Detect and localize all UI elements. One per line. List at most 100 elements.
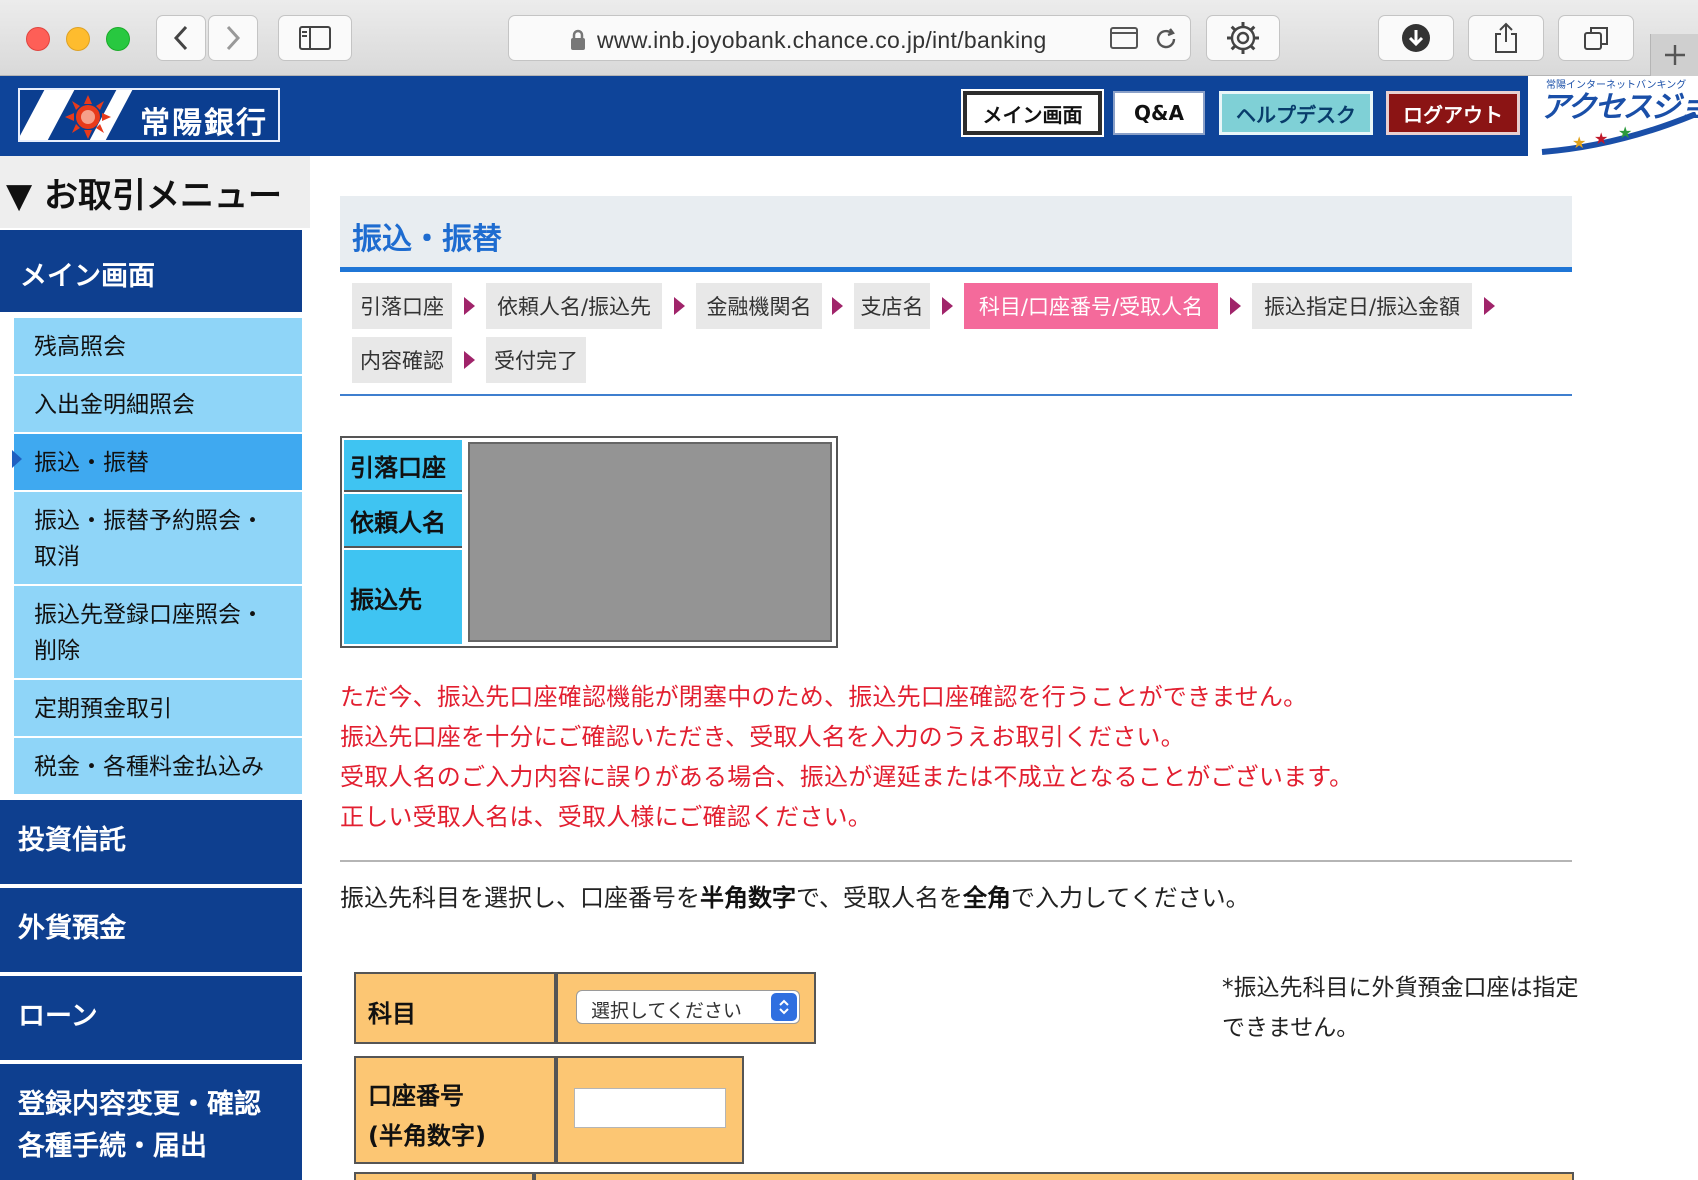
step-arrow-icon (464, 297, 475, 315)
step-arrow-icon (832, 297, 843, 315)
step-complete: 受付完了 (486, 337, 586, 383)
subject-label-cell: 科目 (354, 972, 556, 1044)
foreign-deposit-note: *振込先科目に外貨預金口座は指定できません。 (1222, 975, 1579, 1041)
sidebar-item-label: 振込・振替予約照会・取消 (34, 508, 264, 570)
payee-header: 振込先 (344, 550, 462, 644)
chevron-right-icon (226, 25, 241, 51)
sidebar-item-time-deposit[interactable]: 定期預金取引 (14, 680, 302, 738)
sidebar-section-registration[interactable]: 登録内容変更・確認 各種手続・届出 (0, 1060, 302, 1180)
sidebar-item-transfer-reservation[interactable]: 振込・振替予約照会・取消 (14, 492, 302, 586)
close-window-button[interactable] (26, 27, 50, 51)
account-number-value-cell (556, 1056, 744, 1164)
transfer-info-table: 引落口座 依頼人名 振込先 (340, 436, 838, 648)
stars-swoosh-icon: ★ ★ ★ (1541, 112, 1698, 155)
sidebar-item-label: 入出金明細照会 (34, 392, 195, 418)
sidebar-item-label: 定期預金取引 (34, 696, 172, 722)
step-date-amount: 振込指定日/振込金額 (1252, 283, 1472, 329)
divider (340, 860, 1572, 862)
bank-logo[interactable]: 常陽銀行 (18, 88, 280, 142)
withdrawal-account-header: 引落口座 (344, 440, 462, 492)
back-button[interactable] (156, 15, 206, 61)
warning-line-3: 受取人名のご入力内容に誤りがある場合、振込が遅延または不成立となることがございま… (340, 763, 1354, 791)
page-title-bar: 振込・振替 (340, 196, 1572, 272)
sidebar-icon (299, 26, 331, 50)
step-arrow-icon (674, 297, 685, 315)
step-requester-payee: 依頼人名/振込先 (486, 283, 662, 329)
next-row-value-cell (534, 1172, 1574, 1180)
url-text: www.inb.joyobank.chance.co.jp/int/bankin… (597, 27, 1047, 53)
minimize-window-button[interactable] (66, 27, 90, 51)
sidebar-section-loan[interactable]: ローン (0, 972, 302, 1060)
sidebar-item-tax-payment[interactable]: 税金・各種料金払込み (14, 738, 302, 796)
select-chevron-icon (771, 993, 797, 1021)
sidebar-item-label: 残高照会 (34, 334, 126, 360)
sidebar-section-investment-trust[interactable]: 投資信託 (0, 796, 302, 884)
main-screen-button[interactable]: メイン画面 (963, 91, 1102, 135)
sidebar-main-screen[interactable]: メイン画面 (0, 230, 302, 312)
step-account-recipient-current: 科目/口座番号/受取人名 (964, 283, 1218, 329)
sidebar-item-statement[interactable]: 入出金明細照会 (14, 376, 302, 434)
tabs-icon (1584, 27, 1608, 50)
account-number-input[interactable] (574, 1088, 726, 1128)
downloads-button[interactable] (1378, 15, 1454, 61)
step-arrow-icon (464, 351, 475, 369)
chevron-left-icon (173, 25, 188, 51)
sidebar-section-label: 投資信託 (18, 825, 126, 856)
redacted-values (468, 442, 832, 642)
new-tab-button[interactable] (1650, 34, 1698, 76)
step-branch-name: 支店名 (854, 283, 930, 329)
account-number-label: 口座番号 (368, 1082, 464, 1110)
svg-text:★: ★ (1572, 133, 1586, 152)
subject-select-text: 選択してください (591, 1000, 742, 1022)
share-button[interactable] (1468, 15, 1544, 61)
next-row-label-cell (354, 1172, 534, 1180)
reader-view-icon[interactable] (1109, 26, 1139, 52)
bank-header: 常陽銀行 メイン画面 Q&A ヘルプデスク ログアウト (0, 76, 1698, 156)
forward-button[interactable] (208, 15, 258, 61)
sidebar-toggle-button[interactable] (278, 15, 352, 61)
share-icon (1495, 22, 1517, 53)
sidebar-section-label: ローン (18, 1001, 98, 1032)
sidebar-section-label: 外貨預金 (18, 913, 126, 944)
logout-button[interactable]: ログアウト (1386, 91, 1520, 135)
help-desk-button[interactable]: ヘルプデスク (1219, 91, 1373, 135)
warning-line-2: 振込先口座を十分にご確認いただき、受取人名を入力のうえお取引ください。 (340, 723, 1185, 751)
requester-name-header: 依頼人名 (344, 494, 462, 548)
sidebar-item-label: 税金・各種料金払込み (34, 754, 264, 780)
sidebar-item-registered-accounts[interactable]: 振込先登録口座照会・削除 (14, 586, 302, 680)
access-joy-logo: 常陽インターネットバンキング アクセスジョイ ★ ★ ★ (1528, 76, 1698, 156)
settings-button[interactable] (1206, 15, 1280, 61)
reload-icon[interactable] (1153, 26, 1179, 52)
subject-label: 科目 (368, 1000, 416, 1028)
step-arrow-icon (1230, 297, 1241, 315)
warning-line-4: 正しい受取人名は、受取人様にご確認ください。 (340, 803, 872, 831)
svg-text:★: ★ (1594, 129, 1608, 148)
address-bar[interactable]: www.inb.joyobank.chance.co.jp/int/bankin… (508, 15, 1191, 61)
browser-toolbar: www.inb.joyobank.chance.co.jp/int/bankin… (0, 0, 1698, 76)
sidebar-item-transfer[interactable]: 振込・振替 (12, 434, 302, 492)
step-confirm: 内容確認 (352, 337, 452, 383)
sidebar-section-label: 登録内容変更・確認 各種手続・届出 (18, 1089, 261, 1162)
account-number-sublabel: (半角数字) (368, 1122, 486, 1150)
step-withdrawal-account: 引落口座 (352, 283, 452, 329)
zoom-window-button[interactable] (106, 27, 130, 51)
active-marker-icon (12, 450, 22, 468)
page-title: 振込・振替 (352, 222, 502, 257)
subject-select[interactable]: 選択してください (576, 990, 800, 1024)
sidebar-section-foreign-deposit[interactable]: 外貨預金 (0, 884, 302, 972)
download-icon (1402, 24, 1430, 52)
subject-value-cell: 選択してください (556, 972, 816, 1044)
qa-button[interactable]: Q&A (1113, 91, 1205, 135)
tab-overview-button[interactable] (1558, 15, 1634, 61)
gear-icon (1227, 22, 1259, 54)
sidebar-item-label: 振込先登録口座照会・削除 (34, 602, 264, 664)
divider (340, 394, 1572, 396)
plus-icon (1664, 45, 1685, 65)
step-arrow-icon (942, 297, 953, 315)
svg-text:★: ★ (1618, 123, 1632, 142)
transaction-menu-title: ▼ お取引メニュー (0, 156, 310, 228)
step-arrow-icon (1484, 297, 1495, 315)
step-bank-name: 金融機関名 (696, 283, 822, 329)
sidebar-item-balance[interactable]: 残高照会 (14, 318, 302, 376)
instruction-text: 振込先科目を選択し、口座番号を半角数字で、受取人名を全角で入力してください。 (340, 884, 1250, 912)
